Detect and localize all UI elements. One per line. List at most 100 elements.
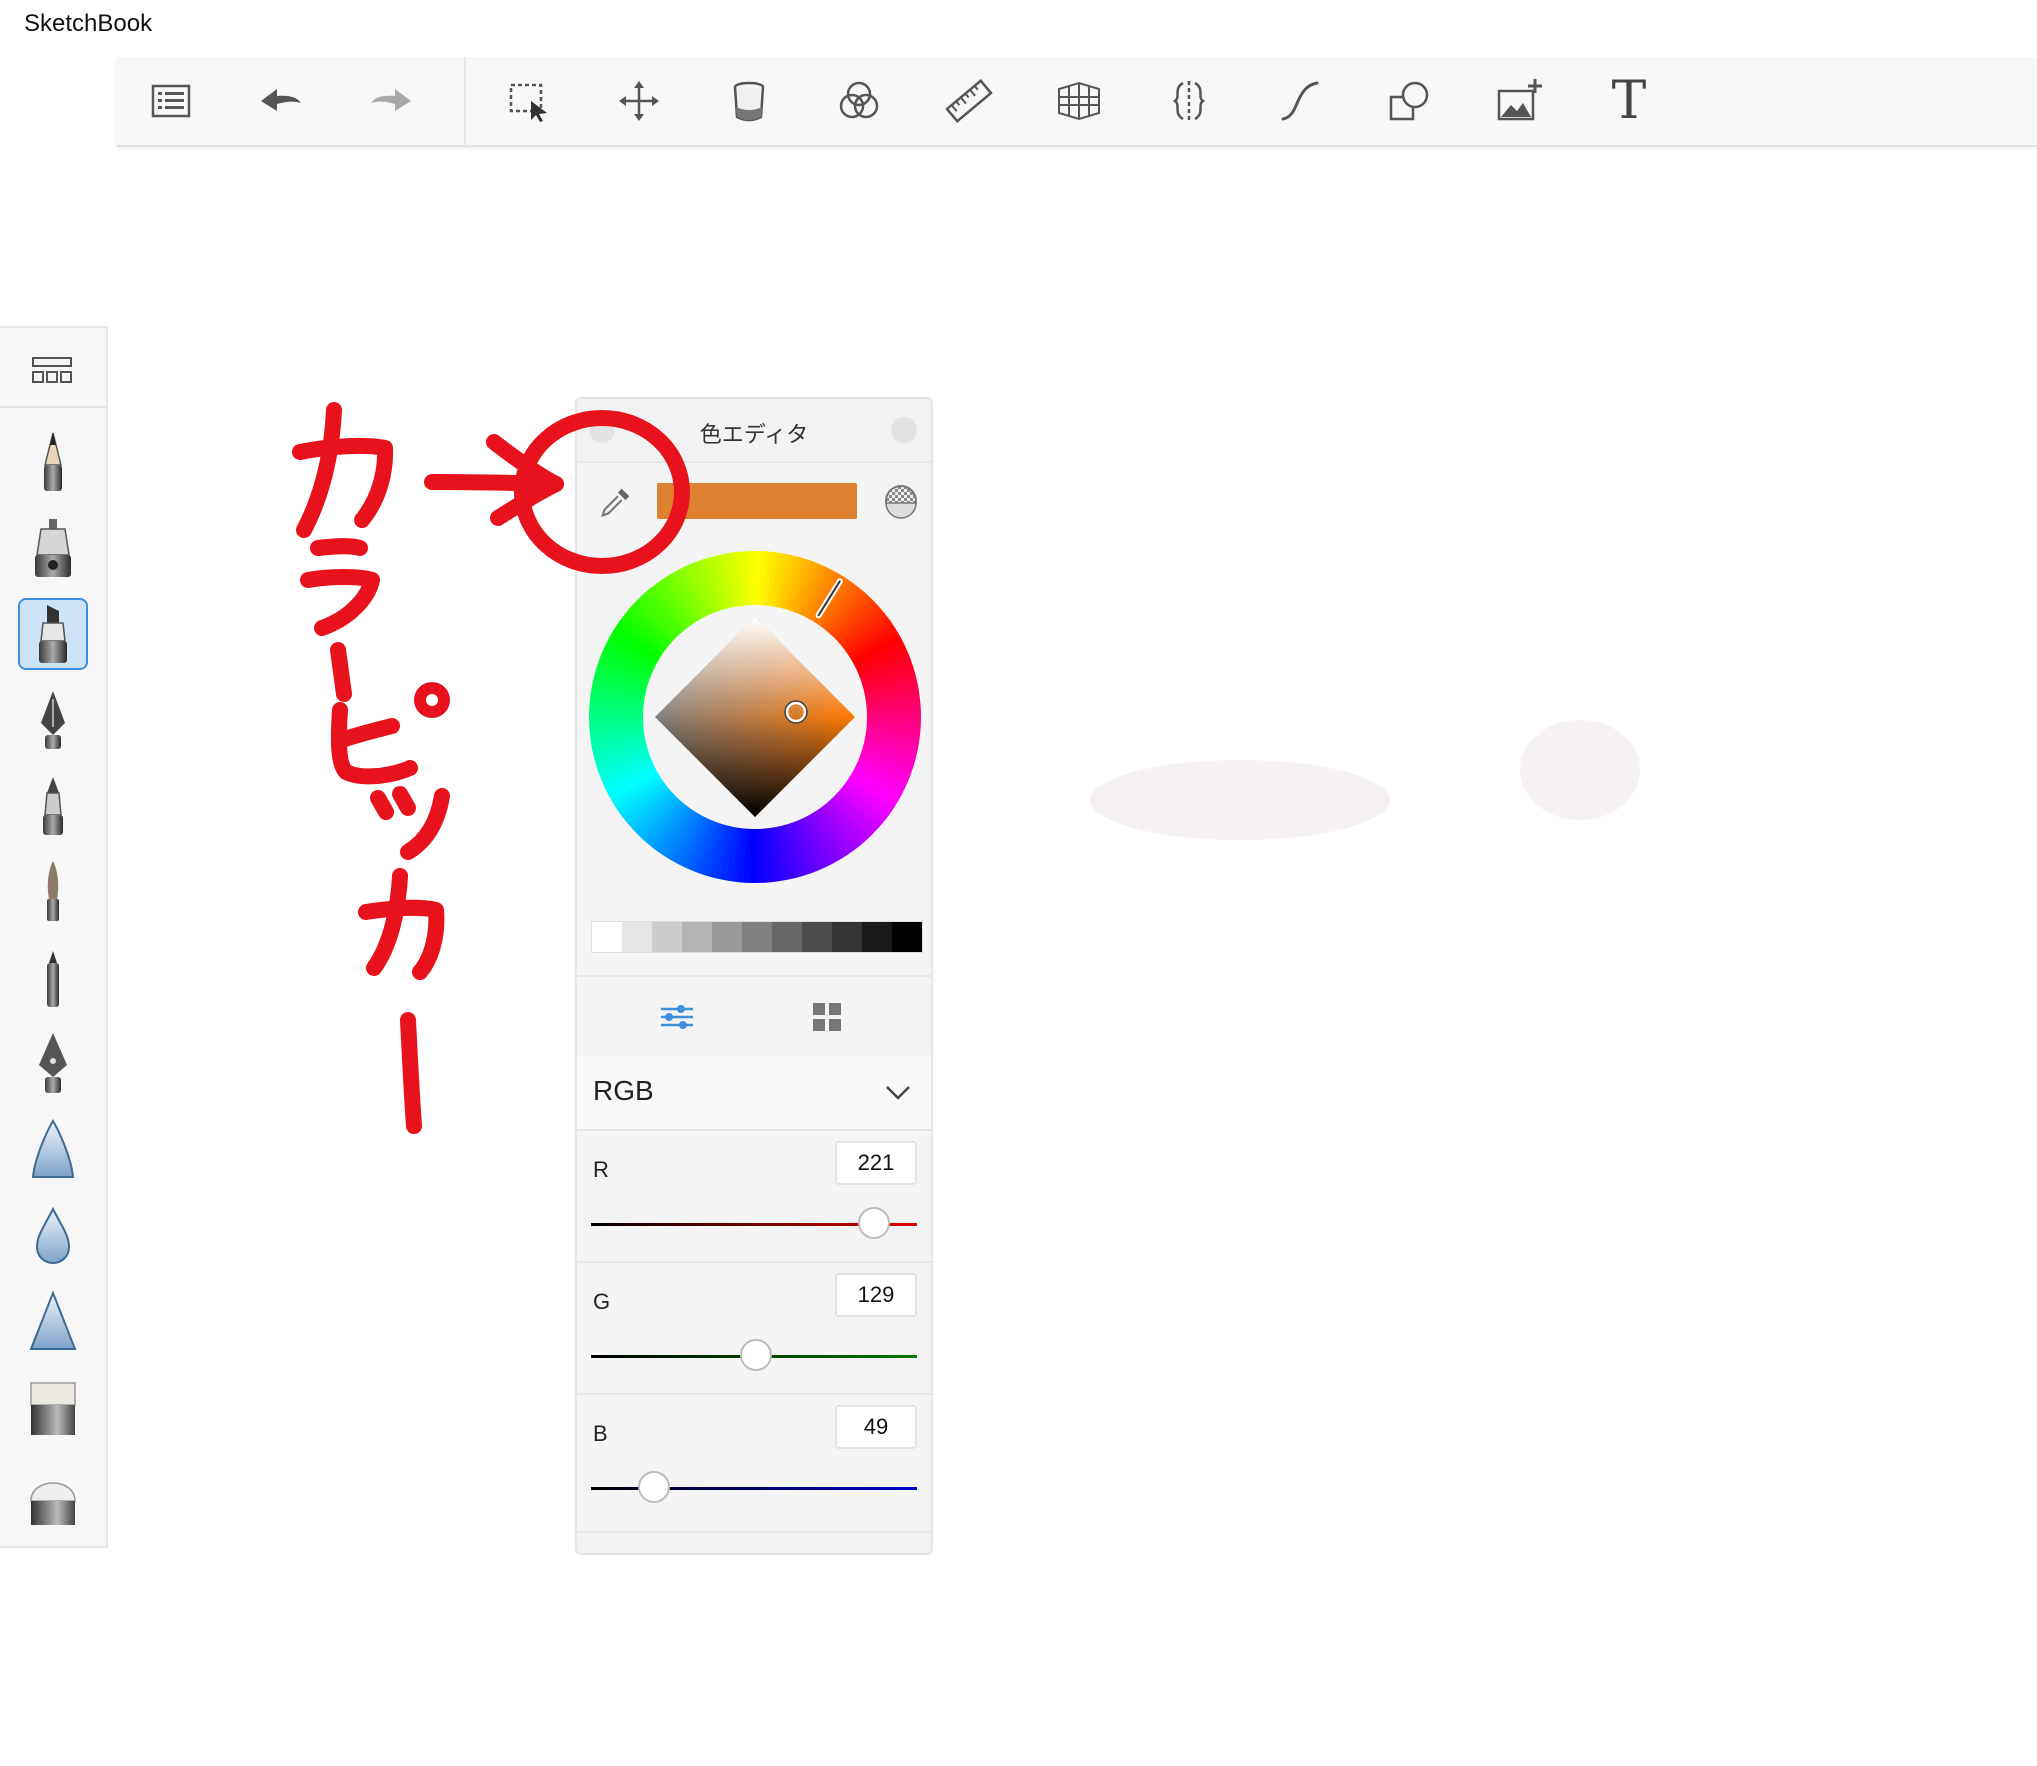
- faint-canvas-strokes: [1090, 720, 1640, 840]
- color-model-label: RGB: [593, 1075, 654, 1106]
- brush-smudge[interactable]: [18, 1114, 88, 1186]
- brush-airbrush[interactable]: [18, 512, 88, 584]
- grayscale-swatches: [591, 921, 923, 953]
- brush-sharpen[interactable]: [18, 1286, 88, 1358]
- editor-mode-tabs: [577, 975, 931, 1057]
- ink-pen-icon: [41, 691, 65, 749]
- eyedropper-icon: [601, 488, 630, 517]
- brush-calligraphy[interactable]: [18, 1028, 88, 1100]
- redo-button[interactable]: [359, 69, 423, 133]
- sliders-tab[interactable]: [657, 997, 697, 1037]
- transparency-toggle[interactable]: [883, 483, 919, 519]
- gray-swatch[interactable]: [712, 922, 742, 952]
- color-circles-icon: [839, 81, 879, 119]
- chevron-down-icon: [886, 1086, 910, 1100]
- fill-button[interactable]: [717, 69, 781, 133]
- gray-swatch[interactable]: [742, 922, 772, 952]
- text-button[interactable]: T: [1597, 69, 1661, 133]
- annotation-char-ka-1: [292, 402, 394, 538]
- add-image-button[interactable]: [1487, 69, 1551, 133]
- gray-swatch[interactable]: [622, 922, 652, 952]
- close-button[interactable]: [891, 417, 917, 443]
- channel-g-value[interactable]: 129: [835, 1273, 917, 1317]
- channel-b: B 49: [577, 1393, 931, 1525]
- brush-palette: [0, 326, 108, 1548]
- gray-swatch[interactable]: [802, 922, 832, 952]
- perspective-button[interactable]: [1047, 69, 1111, 133]
- annotation-arrow: [424, 434, 564, 526]
- channel-g: G 129: [577, 1261, 931, 1393]
- hue-ring[interactable]: [585, 547, 925, 887]
- swatch-grid-tab[interactable]: [807, 997, 847, 1037]
- gray-swatch[interactable]: [892, 922, 922, 952]
- channel-g-label: G: [593, 1289, 611, 1314]
- brush-library-button[interactable]: [30, 352, 74, 392]
- shapes-button[interactable]: [1377, 69, 1441, 133]
- channel-b-value[interactable]: 49: [835, 1405, 917, 1449]
- undo-arrow-icon: [261, 89, 301, 111]
- brush-hard-eraser[interactable]: [18, 1372, 88, 1444]
- color-wheel[interactable]: [585, 547, 925, 887]
- current-color-swatch[interactable]: [657, 483, 857, 519]
- blend-button[interactable]: [827, 69, 891, 133]
- gray-swatch[interactable]: [652, 922, 682, 952]
- stroke-button[interactable]: [1267, 69, 1331, 133]
- symmetry-button[interactable]: [1157, 69, 1221, 133]
- color-editor-title: 色エディタ: [699, 423, 809, 448]
- smudge-icon: [31, 1119, 75, 1178]
- color-model-dropdown[interactable]: RGB: [577, 1055, 931, 1129]
- channel-r-slider-thumb[interactable]: [857, 1207, 890, 1239]
- undo-button[interactable]: [249, 69, 313, 133]
- brush-blur[interactable]: [18, 1200, 88, 1272]
- brush-library-icon: [32, 357, 72, 383]
- brush-soft-eraser[interactable]: [18, 1458, 88, 1530]
- brush-paint-brush[interactable]: [18, 856, 88, 928]
- toolbar-separator: [464, 57, 466, 145]
- airbrush-icon: [35, 519, 71, 577]
- brush-marker[interactable]: [18, 598, 88, 670]
- palette-divider: [0, 406, 106, 408]
- transform-button[interactable]: [607, 69, 671, 133]
- annotation-char-small-tsu: [370, 786, 450, 860]
- list-icon: [151, 84, 191, 118]
- gray-swatch[interactable]: [772, 922, 802, 952]
- main-toolbar: T: [117, 57, 2037, 147]
- sharpen-triangle-icon: [29, 1290, 77, 1350]
- handwritten-annotation: [292, 402, 690, 1134]
- annotation-char-pi: [330, 682, 450, 785]
- marker-icon: [39, 605, 67, 663]
- annotation-char-long-1: [330, 642, 352, 702]
- brush-felt-pen[interactable]: [18, 942, 88, 1014]
- color-editor-header[interactable]: 色エディタ: [577, 399, 931, 463]
- gray-swatch[interactable]: [592, 922, 622, 952]
- gray-swatch[interactable]: [862, 922, 892, 952]
- sliders-icon: [661, 1005, 693, 1029]
- ruler-icon: [945, 78, 993, 124]
- ruler-button[interactable]: [937, 69, 1001, 133]
- move-arrows-icon: [619, 81, 659, 121]
- color-picker-button[interactable]: [591, 477, 641, 527]
- channel-r-value[interactable]: 221: [835, 1141, 917, 1185]
- brush-ink-pen[interactable]: [18, 684, 88, 756]
- gray-swatch[interactable]: [832, 922, 862, 952]
- channel-g-slider-thumb[interactable]: [739, 1339, 772, 1371]
- list-menu-button[interactable]: [139, 69, 203, 133]
- channel-b-label: B: [593, 1421, 608, 1446]
- paint-brush-icon: [47, 861, 59, 921]
- app-title: SketchBook: [24, 10, 153, 37]
- water-drop-icon: [35, 1206, 71, 1265]
- add-image-icon: [1497, 79, 1542, 121]
- brush-ballpoint[interactable]: [18, 770, 88, 842]
- annotation-char-long-2: [400, 1012, 422, 1134]
- perspective-grid-icon: [1058, 81, 1100, 121]
- soft-eraser-icon: [30, 1482, 76, 1525]
- selection-button[interactable]: [497, 69, 561, 133]
- channel-b-slider-thumb[interactable]: [637, 1471, 670, 1503]
- marquee-select-icon: [509, 83, 547, 122]
- paint-bucket-icon: [733, 81, 765, 122]
- gray-swatch[interactable]: [682, 922, 712, 952]
- shapes-icon: [1389, 81, 1429, 121]
- brush-pencil[interactable]: [18, 426, 88, 498]
- color-editor-panel: 色エディタ RGB R 221 G 129 B 49: [575, 397, 933, 1555]
- calligraphy-pen-icon: [39, 1033, 67, 1093]
